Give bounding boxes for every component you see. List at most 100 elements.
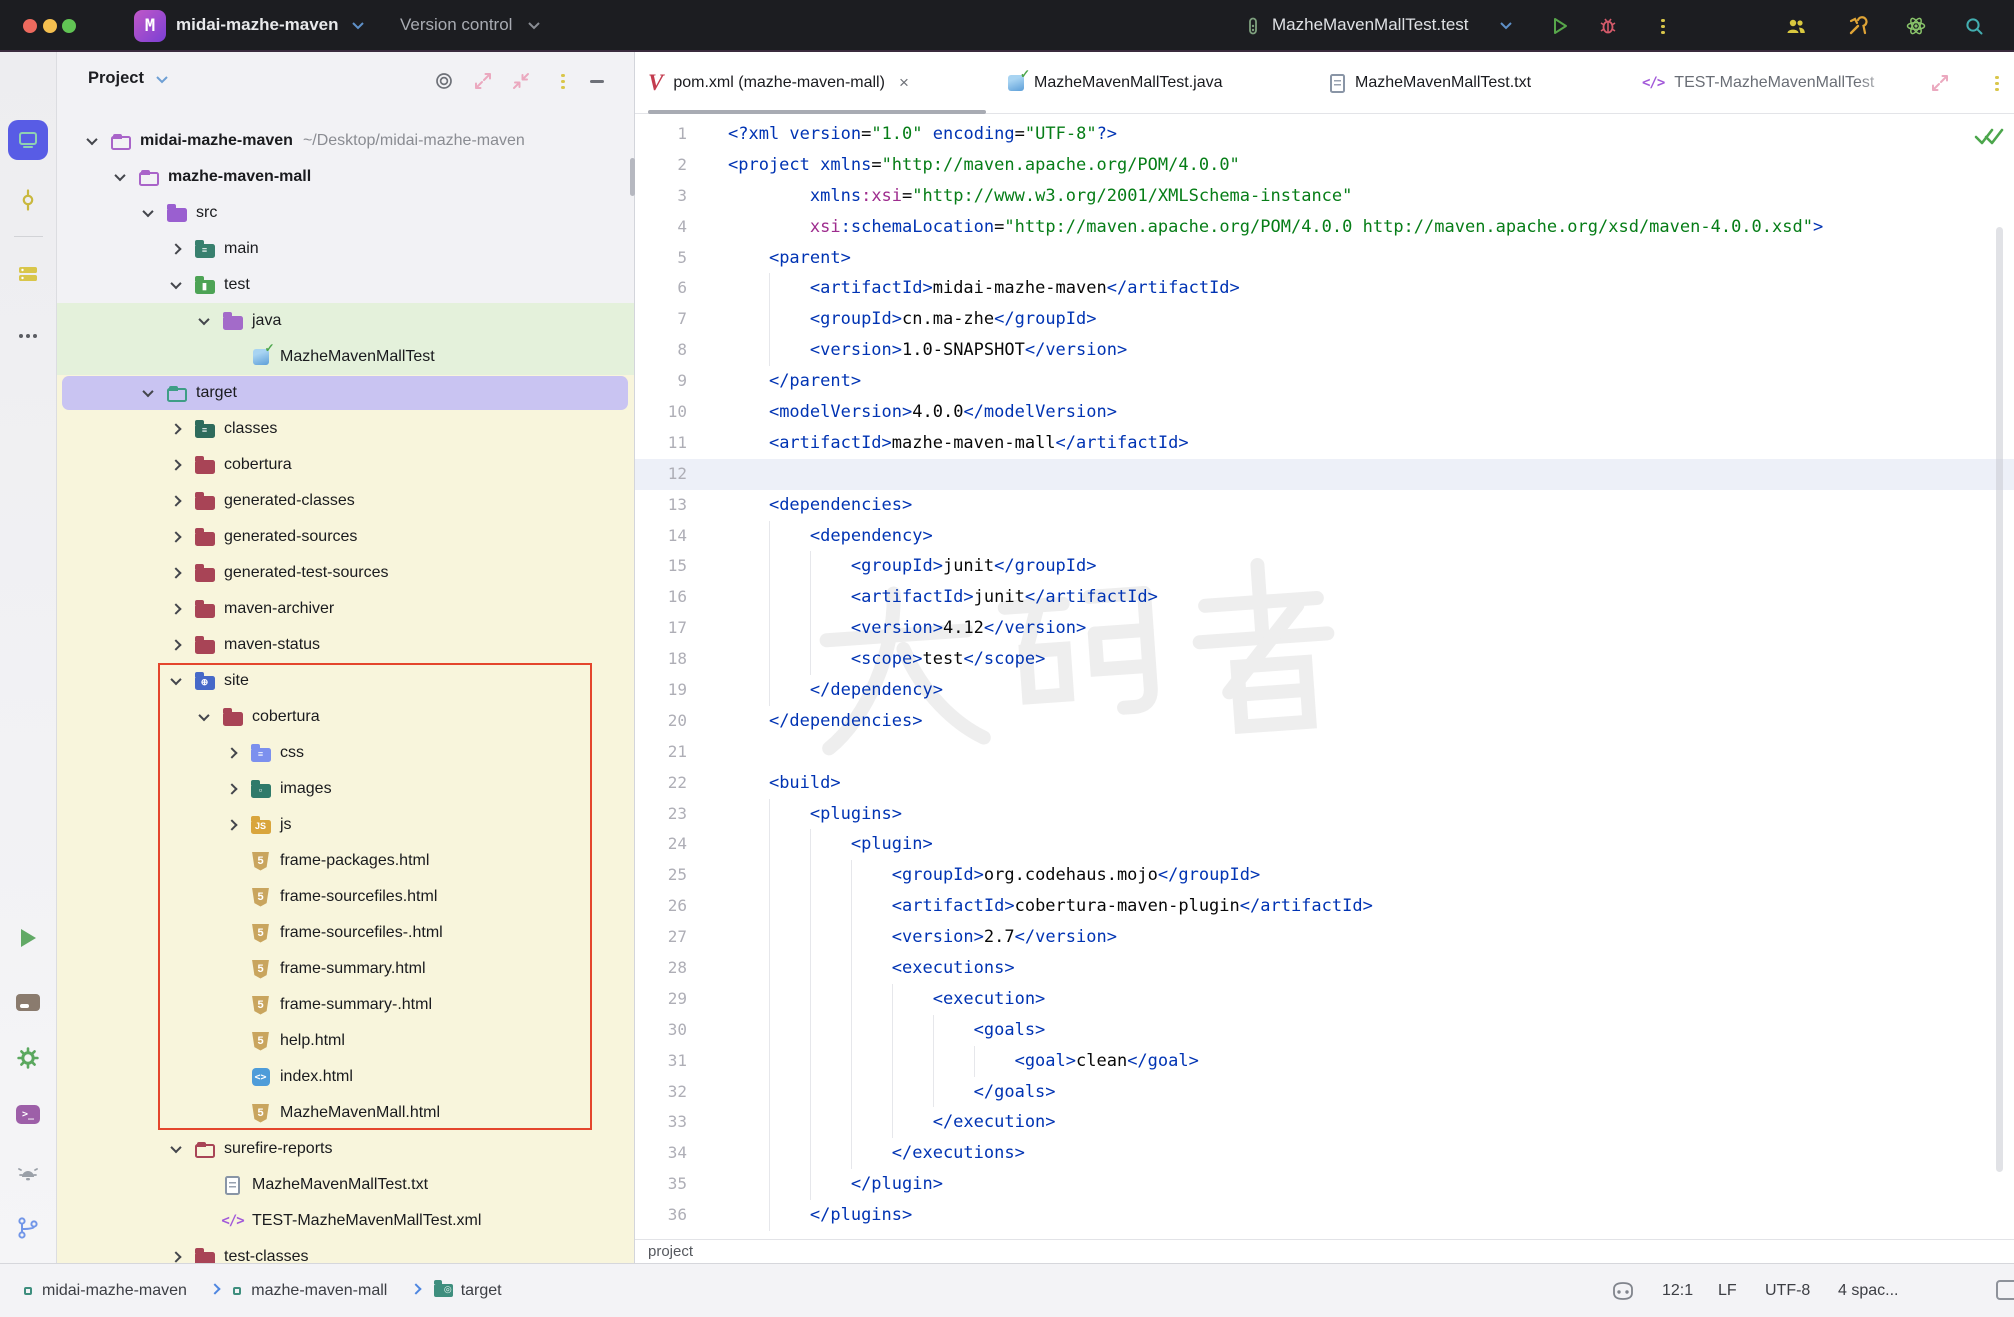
- tree-item-frame-summary-html[interactable]: 5frame-summary-.html: [57, 987, 635, 1023]
- run-tool-icon[interactable]: [16, 926, 40, 950]
- inspections-ok-icon[interactable]: [1972, 124, 2006, 150]
- search-icon[interactable]: [1964, 16, 1984, 36]
- tree-item-mazhe-maven-mall[interactable]: mazhe-maven-mall: [57, 159, 635, 195]
- tree-item-generated-classes[interactable]: generated-classes: [57, 483, 635, 519]
- tree-item-mazhemavenmall-html[interactable]: 5MazheMavenMall.html: [57, 1095, 635, 1131]
- chevron-right-icon[interactable]: [224, 785, 240, 793]
- tab-pom-xml-mazhe-maven-mall-[interactable]: Vpom.xml (mazhe-maven-mall)×: [648, 52, 909, 114]
- chevron-right-icon[interactable]: [224, 821, 240, 829]
- tree-item-mazhemavenmalltest[interactable]: MazheMavenMallTest: [57, 339, 635, 375]
- maximize-window-icon[interactable]: [62, 19, 76, 33]
- chevron-down-icon[interactable]: [140, 209, 156, 217]
- chevron-right-icon[interactable]: [168, 533, 184, 541]
- statusbar-breadcrumb-midai-mazhe-maven[interactable]: midai-mazhe-maven: [42, 1264, 187, 1317]
- chevron-down-icon[interactable]: [168, 677, 184, 685]
- tree-item-frame-summary-html[interactable]: 5frame-summary.html: [57, 951, 635, 987]
- chevron-right-icon[interactable]: [168, 497, 184, 505]
- editor-breadcrumb[interactable]: project: [635, 1239, 2014, 1263]
- tree-item-test-mazhemavenmalltest-xml[interactable]: </>TEST-MazheMavenMallTest.xml: [57, 1203, 635, 1239]
- collapse-all-icon[interactable]: [511, 71, 531, 91]
- chevron-right-icon[interactable]: [168, 1253, 184, 1261]
- tree-item-frame-sourcefiles-html[interactable]: 5frame-sourcefiles-.html: [57, 915, 635, 951]
- close-window-icon[interactable]: [23, 19, 37, 33]
- minimize-window-icon[interactable]: [43, 19, 57, 33]
- chevron-right-icon[interactable]: [168, 569, 184, 577]
- run-icon[interactable]: [1550, 16, 1570, 36]
- vcs-menu[interactable]: Version control: [400, 0, 512, 52]
- tree-item-maven-archiver[interactable]: maven-archiver: [57, 591, 635, 627]
- editor-scrollbar[interactable]: [1996, 227, 2003, 1172]
- tree-item-js[interactable]: JSjs: [57, 807, 635, 843]
- commit-icon[interactable]: [16, 188, 40, 212]
- tree-item-cobertura[interactable]: cobertura: [57, 447, 635, 483]
- terminal-icon[interactable]: >_: [16, 1102, 40, 1126]
- chevron-down-icon[interactable]: [168, 1145, 184, 1153]
- tab-mazhemavenmalltest-java[interactable]: MazheMavenMallTest.java: [1008, 52, 1223, 114]
- tools-icon[interactable]: [1848, 16, 1868, 36]
- tree-item-java[interactable]: java: [57, 303, 635, 339]
- chevron-right-icon[interactable]: [224, 749, 240, 757]
- notifications-bell-icon[interactable]: [16, 1160, 40, 1184]
- statusbar-breadcrumb-target[interactable]: target: [461, 1264, 502, 1317]
- chevron-right-icon[interactable]: [168, 245, 184, 253]
- chevron-right-icon[interactable]: [168, 425, 184, 433]
- statusbar-copilot-status[interactable]: [1610, 1264, 1636, 1317]
- chevron-down-icon[interactable]: [196, 713, 212, 721]
- tree-item-target[interactable]: target: [57, 375, 635, 411]
- expand-tabs-icon[interactable]: [1930, 73, 1950, 93]
- chevron-down-icon[interactable]: [140, 389, 156, 397]
- git-branch-icon[interactable]: [16, 1216, 40, 1240]
- panel-title[interactable]: Project: [88, 69, 144, 88]
- tab-options-kebab-icon[interactable]: [1987, 73, 2007, 93]
- statusbar-indent[interactable]: 4 spac...: [1838, 1264, 1898, 1317]
- tree-item-classes[interactable]: ≡classes: [57, 411, 635, 447]
- tab-mazhemavenmalltest-txt[interactable]: MazheMavenMallTest.txt: [1330, 52, 1531, 114]
- users-icon[interactable]: [1786, 16, 1806, 36]
- statusbar-caret-position[interactable]: 12:1: [1662, 1264, 1693, 1317]
- chevron-right-icon[interactable]: [168, 605, 184, 613]
- more-icon[interactable]: [1653, 16, 1673, 36]
- close-icon[interactable]: ×: [899, 73, 909, 93]
- project-name-menu[interactable]: midai-mazhe-maven: [176, 0, 339, 52]
- science-icon[interactable]: [1906, 16, 1926, 36]
- project-tool-icon[interactable]: [8, 120, 48, 160]
- tree-item-test-classes[interactable]: test-classes: [57, 1239, 635, 1263]
- chevron-down-icon[interactable]: [84, 137, 100, 145]
- locate-icon[interactable]: [434, 71, 454, 91]
- chevron-right-icon[interactable]: [168, 641, 184, 649]
- tree-item-midai-mazhe-maven[interactable]: midai-mazhe-maven~/Desktop/midai-mazhe-m…: [57, 123, 635, 159]
- chevron-right-icon[interactable]: [168, 461, 184, 469]
- statusbar-line-separator[interactable]: LF: [1718, 1264, 1737, 1317]
- tree-item-images[interactable]: ▫images: [57, 771, 635, 807]
- tree-item-frame-packages-html[interactable]: 5frame-packages.html: [57, 843, 635, 879]
- tree-item-cobertura[interactable]: cobertura: [57, 699, 635, 735]
- debug-icon[interactable]: [1598, 16, 1618, 36]
- tree-item-main[interactable]: ≡main: [57, 231, 635, 267]
- statusbar-breadcrumb-mazhe-maven-mall[interactable]: mazhe-maven-mall: [251, 1264, 387, 1317]
- options-kebab-icon[interactable]: [553, 71, 573, 91]
- tree-item-frame-sourcefiles-html[interactable]: 5frame-sourcefiles.html: [57, 879, 635, 915]
- tree-item-mazhemavenmalltest-txt[interactable]: MazheMavenMallTest.txt: [57, 1167, 635, 1203]
- panel-splitter-handle[interactable]: [630, 158, 635, 196]
- statusbar-encoding[interactable]: UTF-8: [1765, 1264, 1810, 1317]
- tree-item-index-html[interactable]: <>index.html: [57, 1059, 635, 1095]
- tree-item-test[interactable]: ▮test: [57, 267, 635, 303]
- chevron-down-icon[interactable]: [112, 173, 128, 181]
- settings-gear-icon[interactable]: [16, 1046, 40, 1070]
- chevron-down-icon[interactable]: [168, 281, 184, 289]
- tree-item-src[interactable]: src: [57, 195, 635, 231]
- structure-icon[interactable]: [16, 262, 40, 286]
- tree-item-generated-sources[interactable]: generated-sources: [57, 519, 635, 555]
- tree-item-help-html[interactable]: 5help.html: [57, 1023, 635, 1059]
- build-icon[interactable]: [16, 990, 40, 1014]
- hide-panel-icon[interactable]: [590, 80, 604, 83]
- tree-item-surefire-reports[interactable]: surefire-reports: [57, 1131, 635, 1167]
- tree-item-site[interactable]: ⊕site: [57, 663, 635, 699]
- tree-item-css[interactable]: ≡css: [57, 735, 635, 771]
- more-tools-icon[interactable]: [16, 324, 40, 348]
- tree-item-generated-test-sources[interactable]: generated-test-sources: [57, 555, 635, 591]
- expand-all-icon[interactable]: [473, 71, 493, 91]
- tree-item-maven-status[interactable]: maven-status: [57, 627, 635, 663]
- run-configuration-selector[interactable]: MazheMavenMallTest.test: [1272, 0, 1469, 52]
- chevron-down-icon[interactable]: [196, 317, 212, 325]
